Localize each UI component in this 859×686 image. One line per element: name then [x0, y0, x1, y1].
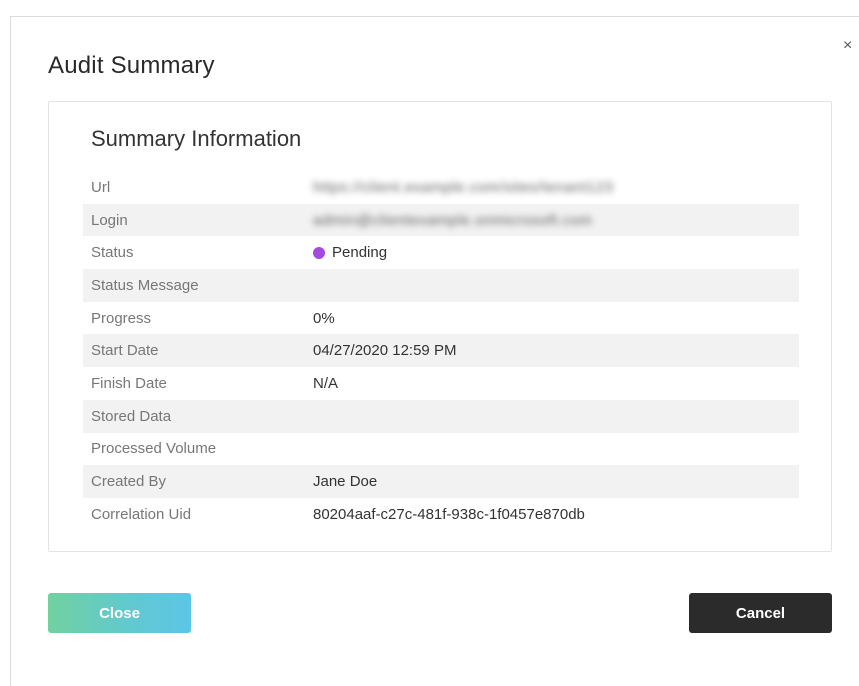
row-label: Created By — [91, 473, 167, 491]
close-icon[interactable]: × — [843, 38, 852, 54]
summary-row-correlation-uid: Correlation Uid 80204aaf-c27c-481f-938c-… — [83, 498, 799, 531]
card-title: Summary Information — [91, 126, 302, 151]
summary-row-status-message: Status Message — [83, 269, 799, 302]
url-value: https://client.example.com/sites/tenant1… — [313, 178, 614, 196]
row-label: Status Message — [91, 276, 199, 294]
status-dot-icon — [313, 246, 325, 259]
row-label: Status — [91, 244, 134, 262]
progress-value: 0% — [313, 309, 335, 327]
finish-date-value: N/A — [313, 374, 339, 392]
dialog-title: Audit Summary — [48, 52, 215, 79]
status-text: Pending — [332, 244, 388, 262]
summary-row-status: Status Pending — [83, 236, 799, 269]
summary-row-progress: Progress 0% — [83, 302, 799, 335]
summary-row-start-date: Start Date 04/27/2020 12:59 PM — [83, 334, 799, 368]
row-label: Login — [91, 211, 128, 229]
row-label: Stored Data — [91, 407, 172, 425]
row-label: Processed Volume — [91, 440, 217, 458]
row-label: Url — [91, 178, 111, 196]
summary-row-finish-date: Finish Date N/A — [83, 367, 799, 400]
summary-card: Summary Information Url https://client.e… — [48, 101, 832, 552]
summary-row-processed-volume: Processed Volume — [83, 433, 799, 466]
start-date-value: 04/27/2020 12:59 PM — [313, 342, 457, 360]
summary-row-url: Url https://client.example.com/sites/ten… — [83, 171, 799, 204]
login-value: admin@clientexample.onmicrosoft.com — [313, 211, 593, 229]
row-label: Finish Date — [91, 374, 167, 392]
created-by-value: Jane Doe — [313, 473, 378, 491]
status-value: Pending — [313, 244, 387, 261]
row-label: Start Date — [91, 342, 159, 360]
cancel-button[interactable]: Cancel — [689, 593, 832, 633]
correlation-uid-value: 80204aaf-c27c-481f-938c-1f0457e870db — [313, 505, 585, 523]
summary-row-stored-data: Stored Data — [83, 399, 799, 433]
summary-row-login: Login admin@clientexample.onmicrosoft.co… — [83, 203, 799, 237]
summary-table: Url https://client.example.com/sites/ten… — [83, 171, 799, 531]
summary-row-created-by: Created By Jane Doe — [83, 465, 799, 498]
row-label: Progress — [91, 309, 152, 327]
close-button[interactable]: Close — [48, 593, 191, 633]
row-label: Correlation Uid — [91, 505, 192, 523]
